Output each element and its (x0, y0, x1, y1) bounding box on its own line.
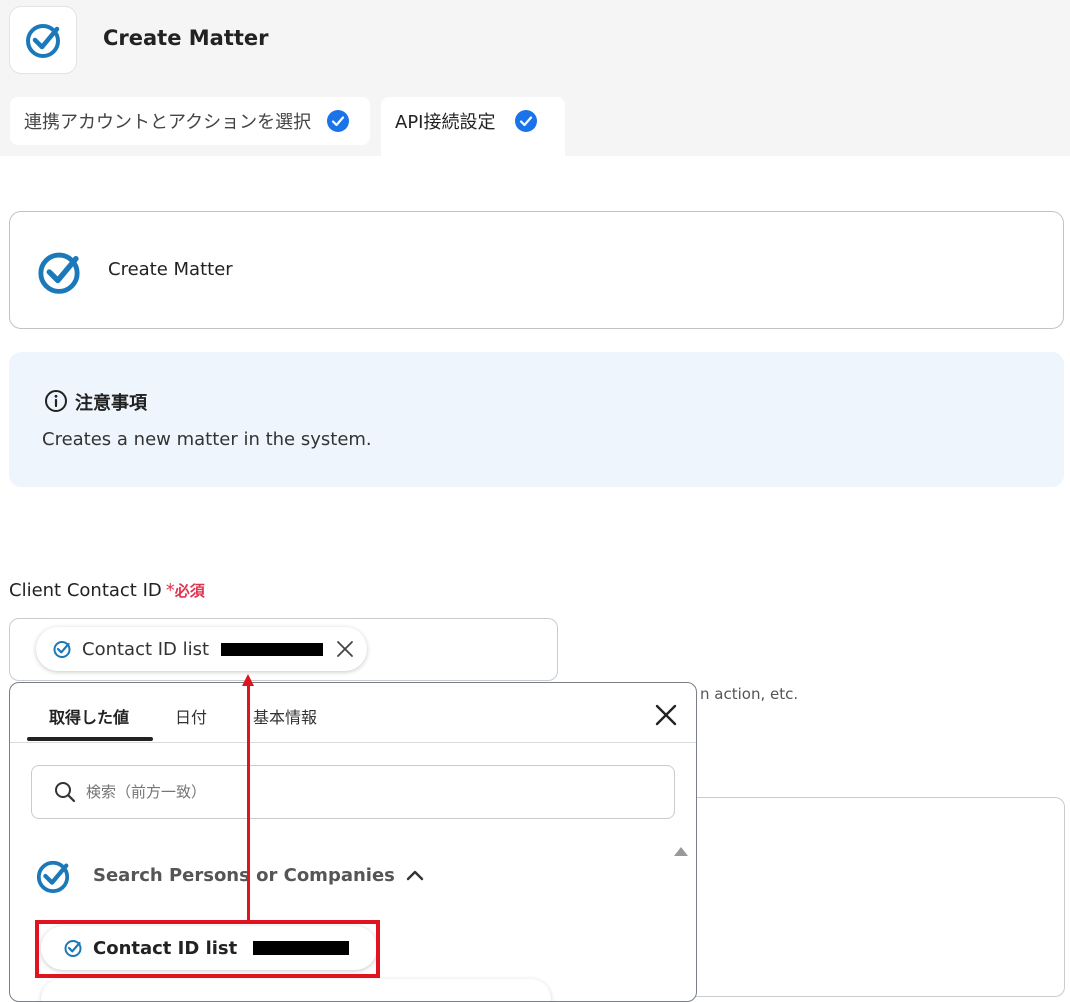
field-label: Client Contact ID *必須 (9, 580, 205, 601)
required-mark: * (165, 580, 175, 601)
next-field-input[interactable] (680, 797, 1065, 997)
check-circle-icon (327, 110, 350, 132)
checkmark-logo-icon (36, 860, 70, 894)
action-card: Create Matter (9, 211, 1064, 329)
checkmark-logo-icon (26, 24, 60, 58)
close-icon[interactable] (335, 639, 355, 659)
action-card-label: Create Matter (108, 259, 233, 280)
notice-body: Creates a new matter in the system. (42, 429, 372, 450)
annotation-arrow-head (242, 674, 254, 686)
group-label[interactable]: Search Persons or Companies (93, 865, 395, 886)
checkmark-logo-icon (38, 252, 80, 294)
tab-label: 連携アカウントとアクションを選択 (24, 112, 312, 133)
active-tab-indicator (27, 737, 153, 741)
tab-label: API接続設定 (395, 112, 496, 133)
close-icon[interactable] (654, 703, 678, 727)
scrollbar-up-arrow[interactable] (674, 847, 688, 856)
redacted-block (221, 642, 324, 656)
required-badge: 必須 (174, 582, 205, 600)
search-input[interactable] (84, 782, 588, 802)
tab-account-action[interactable]: 連携アカウントとアクションを選択 (10, 97, 370, 145)
tab-basic-info[interactable]: 基本情報 (253, 704, 317, 728)
notice-box: 注意事項 Creates a new matter in the system. (9, 352, 1064, 487)
client-contact-id-input[interactable]: Contact ID list (9, 618, 558, 681)
chevron-up-icon[interactable] (406, 869, 424, 881)
check-circle-icon (515, 110, 538, 132)
annotation-arrow-line (247, 684, 250, 920)
search-field[interactable] (31, 765, 675, 819)
page-title: Create Matter (103, 26, 269, 50)
checkmark-logo-icon (53, 641, 71, 658)
search-icon (55, 782, 76, 803)
field-label-text: Client Contact ID (9, 580, 162, 601)
chip-label: Contact ID list (82, 638, 210, 660)
notice-title: 注意事項 (75, 393, 147, 414)
tab-date[interactable]: 日付 (175, 704, 207, 728)
info-icon (45, 390, 67, 412)
app-logo (9, 6, 77, 74)
list-item[interactable] (41, 979, 551, 1001)
highlight-box (35, 920, 380, 978)
dropdown-tabs: 取得した値 日付 基本情報 (10, 683, 696, 743)
value-chip[interactable]: Contact ID list (36, 627, 368, 671)
tab-api-settings[interactable]: API接続設定 (381, 97, 565, 156)
tab-retrieved-values[interactable]: 取得した値 (49, 704, 129, 728)
field-helper-text: n action, etc. (700, 685, 799, 703)
